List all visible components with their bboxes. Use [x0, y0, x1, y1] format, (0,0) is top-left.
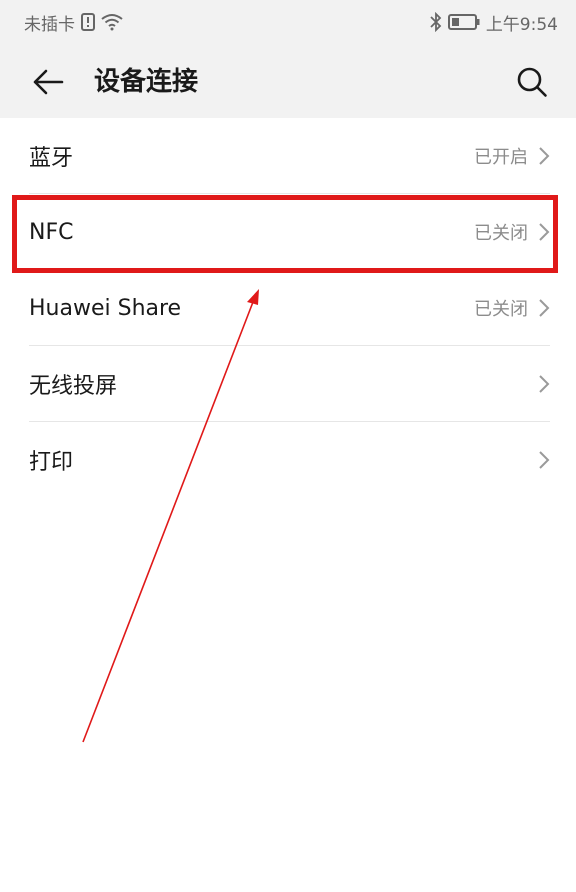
search-icon: [517, 67, 547, 97]
list-item-print[interactable]: 打印: [0, 422, 576, 498]
status-time: 上午9:54: [485, 14, 558, 35]
status-left: 未插卡: [24, 10, 123, 35]
list-item-wireless-projection[interactable]: 无线投屏: [0, 346, 576, 422]
title-bar: 设备连接: [0, 44, 576, 118]
arrow-left-icon: [33, 69, 64, 95]
list-item-huawei-share[interactable]: Huawei Share 已关闭: [0, 270, 576, 346]
item-right: 已关闭: [474, 219, 550, 245]
item-label: 无线投屏: [29, 374, 118, 399]
item-label: Huawei Share: [29, 295, 182, 321]
item-right: 已开启: [474, 143, 550, 169]
battery-icon: [447, 14, 480, 30]
chevron-right-icon: [538, 146, 550, 166]
chevron-right-icon: [538, 450, 550, 470]
page-title: 设备连接: [94, 67, 199, 97]
item-label: 打印: [29, 450, 74, 475]
chevron-right-icon: [538, 298, 550, 318]
chevron-right-icon: [538, 222, 550, 242]
item-label: NFC: [29, 219, 74, 245]
back-button[interactable]: [28, 62, 68, 102]
item-right: 已关闭: [474, 295, 550, 321]
item-label: 蓝牙: [29, 146, 74, 171]
status-right: 上午9:54: [430, 10, 558, 35]
item-right: [528, 450, 550, 470]
search-button[interactable]: [512, 62, 552, 102]
list-item-nfc[interactable]: NFC 已关闭: [0, 194, 576, 270]
sim-alert-icon: [81, 13, 95, 31]
item-status: 已开启: [474, 147, 528, 168]
item-status: 已关闭: [474, 299, 528, 320]
bluetooth-icon: [430, 12, 442, 32]
chevron-right-icon: [538, 374, 550, 394]
settings-list: 蓝牙 已开启 NFC 已关闭 Huawei Share 已关闭 无线投屏 打印: [0, 118, 576, 498]
wifi-icon: [101, 13, 123, 31]
item-status: 已关闭: [474, 223, 528, 244]
carrier-text: 未插卡: [24, 14, 75, 35]
list-item-bluetooth[interactable]: 蓝牙 已开启: [0, 118, 576, 194]
status-bar: 未插卡 上午9:54: [0, 0, 576, 44]
item-right: [528, 374, 550, 394]
